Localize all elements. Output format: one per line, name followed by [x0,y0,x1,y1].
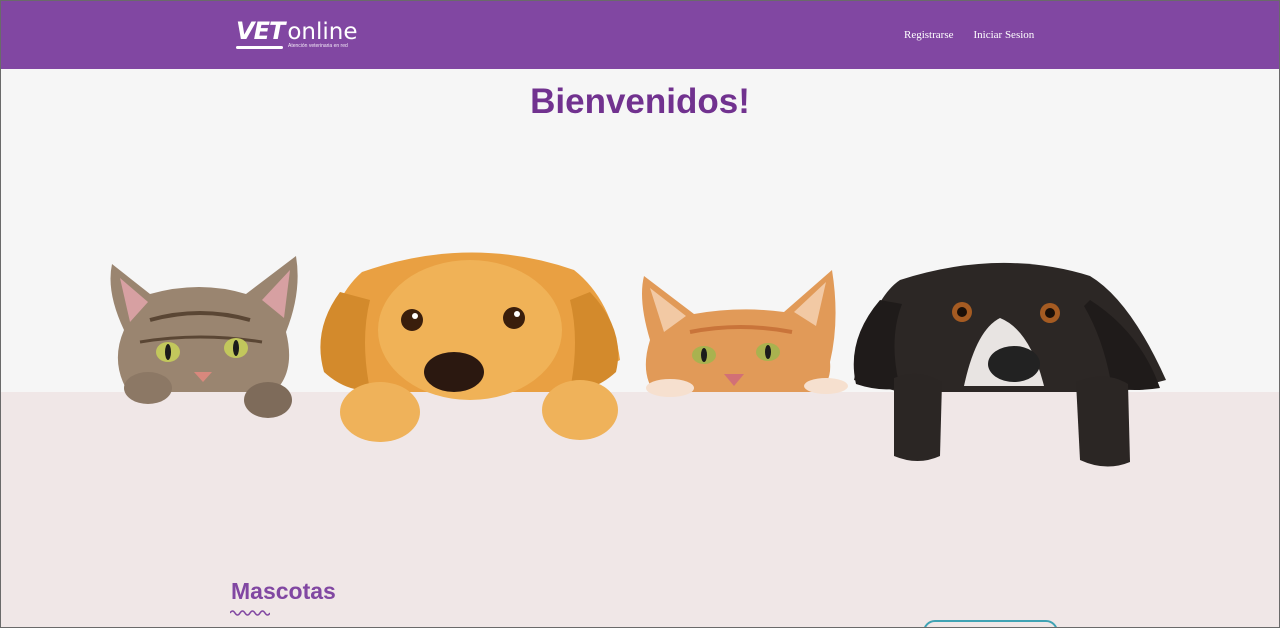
black-white-dog-illustration [853,262,1166,467]
section-underline-squiggle [230,610,270,616]
mascotas-cta-button[interactable] [923,620,1058,628]
tabby-cat-illustration [110,256,298,418]
orange-cat-illustration [642,270,848,397]
golden-retriever-illustration [320,252,620,442]
pets-hero-image [110,252,1166,467]
section-title-mascotas: Mascotas [231,578,336,604]
